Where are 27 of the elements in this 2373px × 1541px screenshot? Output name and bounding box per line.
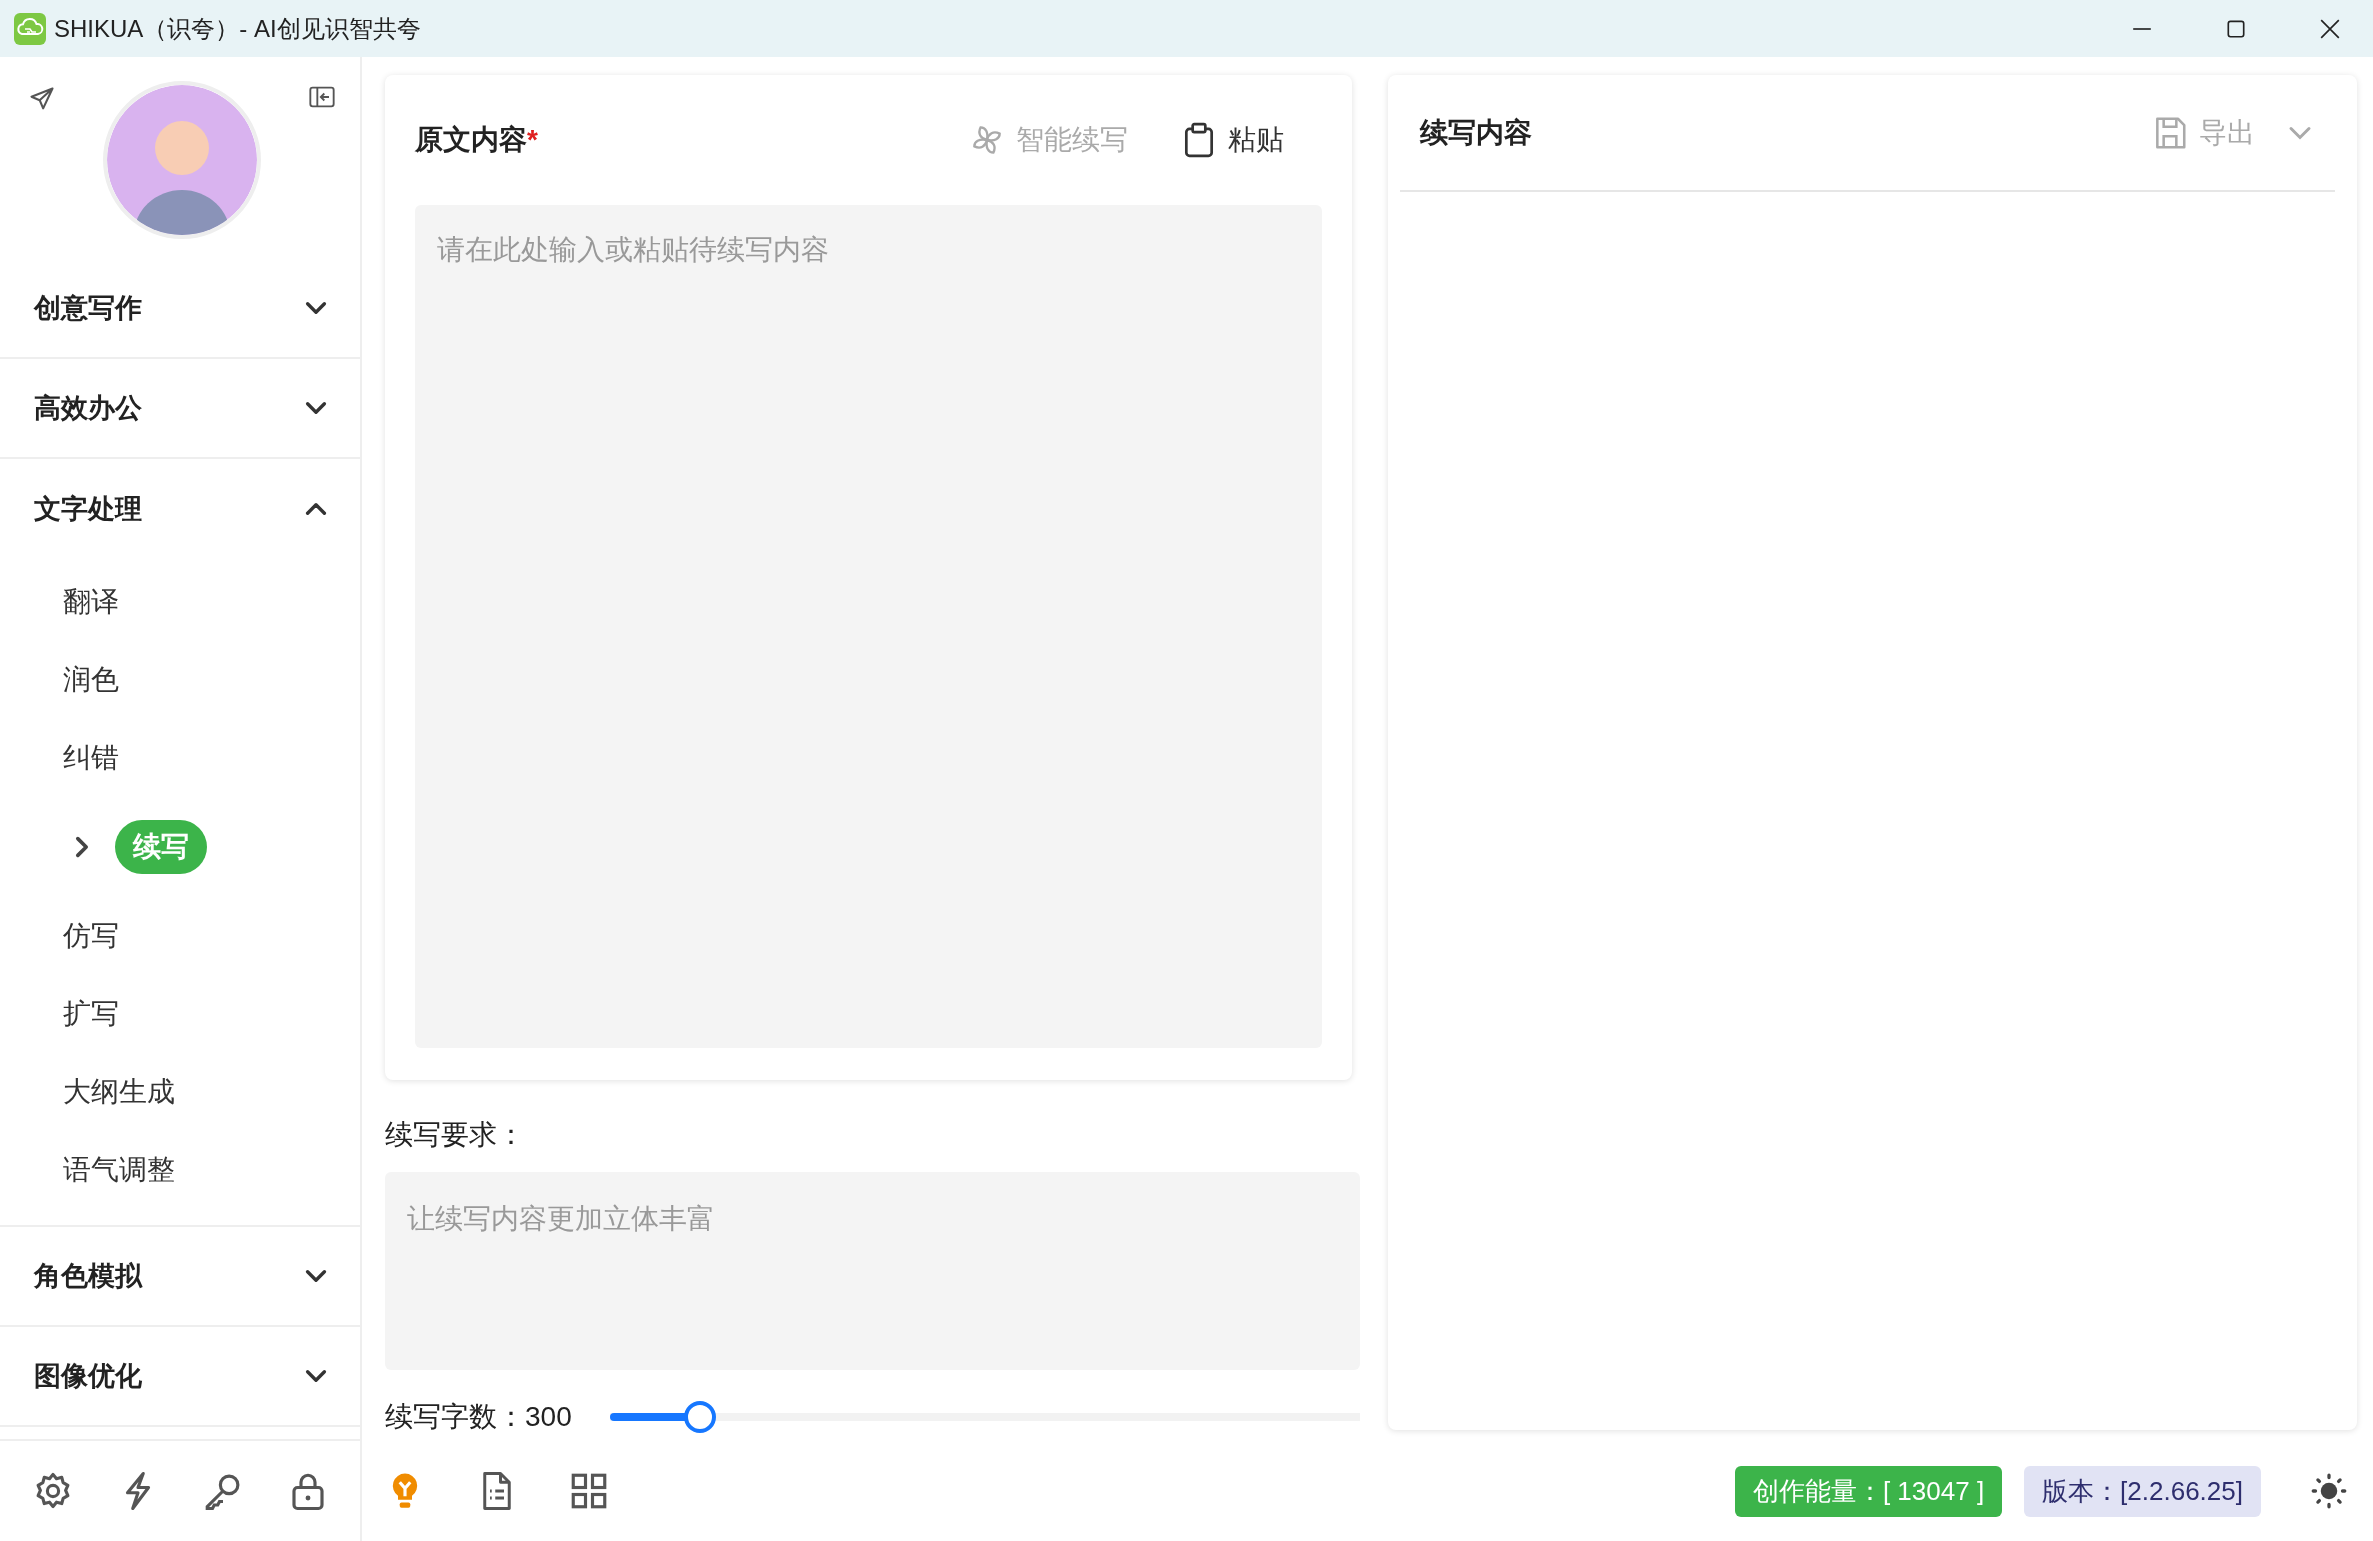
- word-count-label: 续写字数：300: [385, 1400, 572, 1434]
- sidebar-item[interactable]: 翻译: [63, 583, 119, 621]
- sidebar-group-header[interactable]: 角色模拟: [0, 1227, 360, 1327]
- panel-title: 续写内容: [1420, 115, 1532, 150]
- window-title: SHIKUA（识夸）- AI创见识智共夸: [54, 13, 421, 44]
- sidebar-item[interactable]: 扩写: [63, 995, 119, 1033]
- sidebar-group-header[interactable]: 图像优化: [0, 1327, 360, 1427]
- sidebar-item[interactable]: 大纲生成: [63, 1073, 175, 1111]
- close-icon[interactable]: [2319, 17, 2341, 40]
- sidebar-item[interactable]: 仿写: [63, 917, 119, 955]
- sidebar-group-header[interactable]: 高效办公: [0, 359, 360, 459]
- sidebar-item[interactable]: 润色: [63, 661, 119, 699]
- version-badge: 版本：[2.2.66.25]: [2024, 1465, 2261, 1517]
- app-logo-icon: [14, 12, 46, 45]
- slider-thumb[interactable]: [683, 1401, 716, 1433]
- panel-title: 原文内容*: [415, 123, 538, 157]
- sun-icon[interactable]: [2311, 1473, 2347, 1509]
- requirements-field[interactable]: 让续写内容更加立体丰富: [385, 1172, 1360, 1370]
- requirements-label: 续写要求：: [385, 1118, 526, 1152]
- sidebar-group-header[interactable]: 文字处理: [0, 459, 360, 559]
- paste-button[interactable]: 粘贴: [1180, 121, 1284, 159]
- energy-badge: 创作能量：[ 13047 ]: [1734, 1465, 2003, 1517]
- source-text-field[interactable]: 请在此处输入或粘贴待续写内容: [415, 205, 1322, 1048]
- sidebar-item[interactable]: 纠错: [63, 739, 119, 777]
- maximize-icon[interactable]: [2225, 17, 2247, 40]
- sidebar-item[interactable]: 语气调整: [63, 1151, 175, 1189]
- sidebar-group-header[interactable]: 创意写作: [0, 259, 360, 359]
